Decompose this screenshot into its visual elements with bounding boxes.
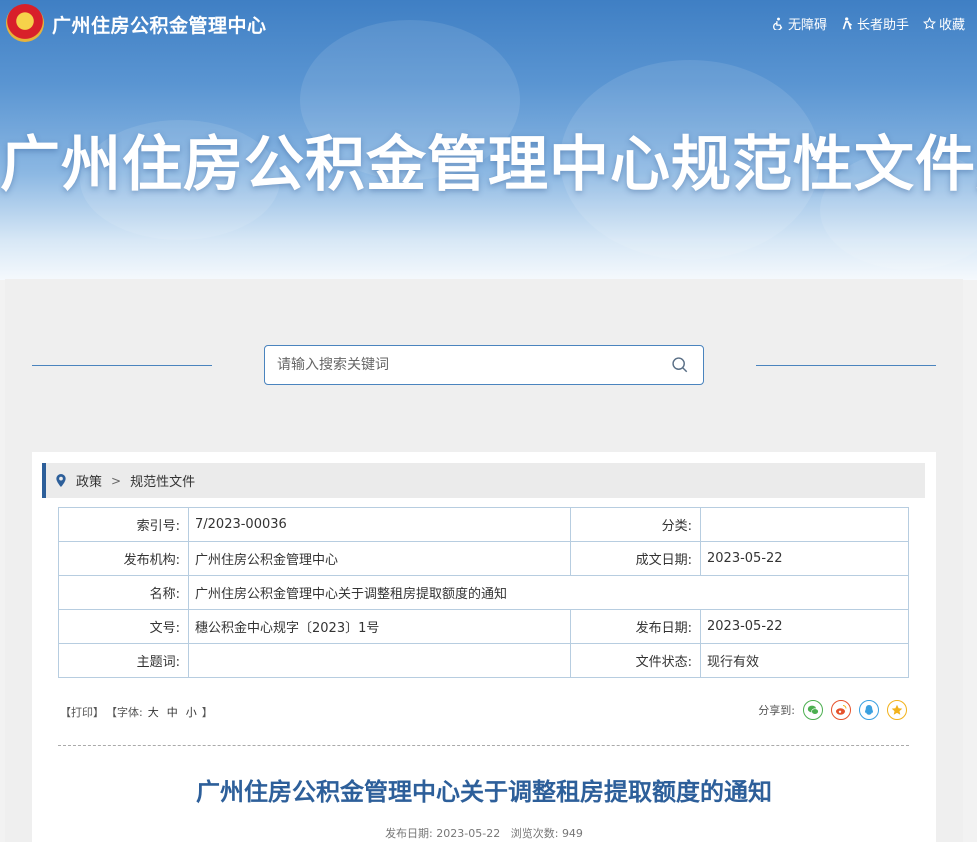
document-info-table: 索引号: 7/2023-00036 分类: 发布机构: 广州住房公积金管理中心 … bbox=[58, 507, 909, 678]
accessibility-icon bbox=[773, 17, 783, 30]
published-date-value: 2023-05-22 bbox=[700, 609, 909, 644]
font-medium-button[interactable]: 中 bbox=[167, 704, 178, 720]
search-divider-right bbox=[756, 365, 936, 366]
breadcrumb-item-normative-docs[interactable]: 规范性文件 bbox=[130, 471, 195, 490]
divider bbox=[58, 745, 909, 746]
elder-assist-icon bbox=[842, 17, 852, 30]
doc-number-label: 文号: bbox=[58, 609, 189, 644]
table-row: 名称: 广州住房公积金管理中心关于调整租房提取额度的通知 bbox=[58, 575, 909, 610]
table-row: 文号: 穗公积金中心规字〔2023〕1号 发布日期: 2023-05-22 bbox=[58, 609, 909, 644]
search-input[interactable] bbox=[265, 346, 665, 384]
wechat-icon bbox=[807, 705, 819, 715]
site-name[interactable]: 广州住房公积金管理中心 bbox=[52, 11, 267, 38]
share-wechat-button[interactable] bbox=[803, 700, 823, 720]
created-date-label: 成文日期: bbox=[570, 541, 701, 576]
search-divider-left bbox=[32, 365, 212, 366]
national-emblem-icon: ★ bbox=[6, 4, 44, 42]
article-meta: 发布日期: 2023-05-22 浏览次数: 949 bbox=[32, 825, 936, 841]
accessibility-button[interactable]: 无障碍 bbox=[772, 14, 827, 33]
view-count-label: 浏览次数: bbox=[510, 827, 559, 840]
font-small-button[interactable]: 小 bbox=[186, 704, 197, 720]
favorite-label: 收藏 bbox=[938, 18, 965, 33]
banner-title: 广州住房公积金管理中心规范性文件库 bbox=[0, 130, 977, 200]
table-row: 主题词: 文件状态: 现行有效 bbox=[58, 643, 909, 678]
keywords-value bbox=[188, 643, 571, 678]
keywords-label: 主题词: bbox=[58, 643, 189, 678]
name-value: 广州住房公积金管理中心关于调整租房提取额度的通知 bbox=[188, 575, 909, 610]
accessibility-label: 无障碍 bbox=[787, 18, 827, 33]
view-count-value: 949 bbox=[561, 827, 583, 840]
doc-number-value: 穗公积金中心规字〔2023〕1号 bbox=[188, 609, 571, 644]
page-options: 【打印】 【字体: 大 中 小 】 bbox=[60, 704, 213, 720]
table-row: 索引号: 7/2023-00036 分类: bbox=[58, 507, 909, 542]
font-large-button[interactable]: 大 bbox=[148, 704, 159, 720]
share-qzone-button[interactable] bbox=[887, 700, 907, 720]
index-label: 索引号: bbox=[58, 507, 189, 542]
weibo-icon bbox=[836, 705, 847, 715]
category-label: 分类: bbox=[570, 507, 701, 542]
elder-assist-label: 长者助手 bbox=[856, 18, 909, 33]
status-label: 文件状态: bbox=[570, 643, 701, 678]
share-qq-button[interactable] bbox=[859, 700, 879, 720]
header-banner: ★ 广州住房公积金管理中心 无障碍 长者助手 收藏 广州住房公积金管理中心规范性… bbox=[0, 0, 977, 280]
issuer-value: 广州住房公积金管理中心 bbox=[188, 541, 571, 576]
breadcrumb: 政策 > 规范性文件 bbox=[42, 463, 925, 498]
qq-icon bbox=[865, 705, 873, 715]
issuer-label: 发布机构: bbox=[58, 541, 189, 576]
index-value: 7/2023-00036 bbox=[188, 507, 571, 542]
published-date-label: 发布日期: bbox=[570, 609, 701, 644]
table-row: 发布机构: 广州住房公积金管理中心 成文日期: 2023-05-22 bbox=[58, 541, 909, 576]
status-value: 现行有效 bbox=[700, 643, 909, 678]
star-icon bbox=[922, 17, 936, 30]
location-pin-icon bbox=[56, 474, 66, 487]
share-label: 分享到: bbox=[758, 704, 795, 717]
header-tools: 无障碍 长者助手 收藏 bbox=[772, 14, 965, 33]
search-box bbox=[264, 345, 704, 385]
font-size-suffix: 】 bbox=[201, 706, 213, 719]
share-weibo-button[interactable] bbox=[831, 700, 851, 720]
qzone-icon bbox=[891, 704, 903, 715]
category-value bbox=[700, 507, 909, 542]
elder-assist-button[interactable]: 长者助手 bbox=[841, 14, 909, 33]
chevron-right-icon: > bbox=[111, 473, 122, 488]
breadcrumb-item-policy[interactable]: 政策 bbox=[76, 471, 102, 490]
created-date-value: 2023-05-22 bbox=[700, 541, 909, 576]
favorite-button[interactable]: 收藏 bbox=[922, 14, 965, 33]
search-icon[interactable] bbox=[671, 356, 689, 374]
print-button[interactable]: 【打印】 bbox=[60, 704, 104, 720]
font-size-prefix: 【字体: bbox=[106, 706, 143, 719]
share-bar: 分享到: bbox=[758, 700, 907, 720]
top-bar: ★ 广州住房公积金管理中心 无障碍 长者助手 收藏 bbox=[0, 0, 977, 48]
name-label: 名称: bbox=[58, 575, 189, 610]
publish-date-value: 2023-05-22 bbox=[436, 827, 501, 840]
article-title: 广州住房公积金管理中心关于调整租房提取额度的通知 bbox=[196, 778, 772, 806]
publish-date-label: 发布日期: bbox=[385, 827, 433, 840]
